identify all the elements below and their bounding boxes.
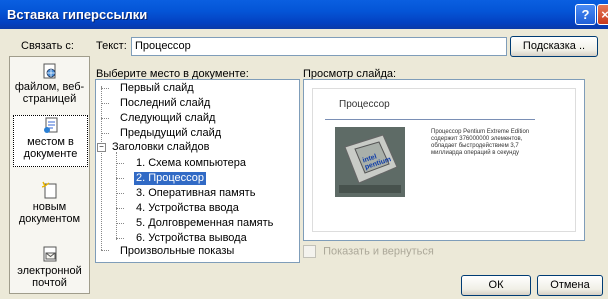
tree-item-custom-shows[interactable]: Произвольные показы bbox=[120, 245, 234, 258]
title-bar[interactable]: Вставка гиперссылки ? × bbox=[0, 0, 608, 29]
globe-file-icon bbox=[43, 63, 55, 79]
collapse-expander-icon[interactable]: − bbox=[97, 143, 106, 152]
tree-item-slide-titles[interactable]: Заголовки слайдов bbox=[112, 141, 210, 154]
close-button[interactable]: × bbox=[597, 4, 608, 25]
tree-item-slide-5[interactable]: 5. Долговременная память bbox=[136, 217, 273, 230]
cancel-button[interactable]: Отмена bbox=[537, 275, 603, 296]
link-to-label: Связать с: bbox=[21, 40, 74, 52]
slide-title: Процессор bbox=[339, 99, 390, 110]
display-text-input[interactable]: Процессор bbox=[131, 37, 507, 56]
screentip-button[interactable]: Подсказка .. bbox=[510, 36, 598, 57]
link-to-new-document[interactable]: новым документом bbox=[13, 181, 86, 227]
document-place-icon bbox=[43, 117, 57, 133]
show-and-return-row: Показать и вернуться bbox=[303, 245, 434, 258]
document-place-tree[interactable]: − Первый слайд Последний слайд Следующий… bbox=[95, 79, 300, 263]
slide-title-rule bbox=[325, 119, 535, 120]
dialog-title: Вставка гиперссылки bbox=[7, 7, 148, 22]
tree-item-next-slide[interactable]: Следующий слайд bbox=[120, 112, 215, 125]
tree-item-slide-2[interactable]: 2. Процессор bbox=[134, 172, 207, 185]
insert-hyperlink-dialog: Вставка гиперссылки ? × Связать с: Текст… bbox=[0, 0, 608, 299]
tree-item-first-slide[interactable]: Первый слайд bbox=[120, 82, 194, 95]
link-to-new-document-label: новым документом bbox=[18, 201, 81, 225]
show-and-return-label: Показать и вернуться bbox=[323, 245, 434, 258]
email-icon bbox=[43, 246, 56, 262]
link-to-existing-file[interactable]: файлом, веб-страницей bbox=[13, 63, 86, 109]
link-to-existing-file-label: файлом, веб-страницей bbox=[14, 81, 85, 105]
slide-bullet-text: Процессор Pentium Extreme Edition содерж… bbox=[431, 129, 530, 156]
link-to-place-label: местом в документе bbox=[23, 136, 78, 160]
link-to-email-label: электронной почтой bbox=[17, 265, 82, 289]
link-to-bar: файлом, веб-страницей местом в документе… bbox=[9, 56, 90, 294]
text-label: Текст: bbox=[96, 40, 127, 52]
tree-item-slide-3[interactable]: 3. Оперативная память bbox=[136, 187, 255, 200]
tree-item-slide-6[interactable]: 6. Устройства вывода bbox=[136, 232, 247, 245]
tree-item-slide-4[interactable]: 4. Устройства ввода bbox=[136, 202, 239, 215]
tree-item-slide-1[interactable]: 1. Схема компьютера bbox=[136, 157, 246, 170]
link-to-email[interactable]: электронной почтой bbox=[13, 245, 86, 291]
processor-image: intel pentium bbox=[335, 127, 405, 197]
tree-item-previous-slide[interactable]: Предыдущий слайд bbox=[120, 127, 221, 140]
tree-item-last-slide[interactable]: Последний слайд bbox=[120, 97, 210, 110]
show-and-return-checkbox[interactable] bbox=[303, 245, 316, 258]
ok-button[interactable]: ОК bbox=[461, 275, 531, 296]
new-document-icon bbox=[41, 181, 56, 199]
link-to-place-in-document[interactable]: местом в документе bbox=[13, 115, 88, 167]
slide-thumbnail: Процессор intel pentium Процессор Pentiu… bbox=[312, 88, 576, 232]
slide-preview: Процессор intel pentium Процессор Pentiu… bbox=[303, 79, 585, 241]
help-button[interactable]: ? bbox=[575, 4, 596, 25]
